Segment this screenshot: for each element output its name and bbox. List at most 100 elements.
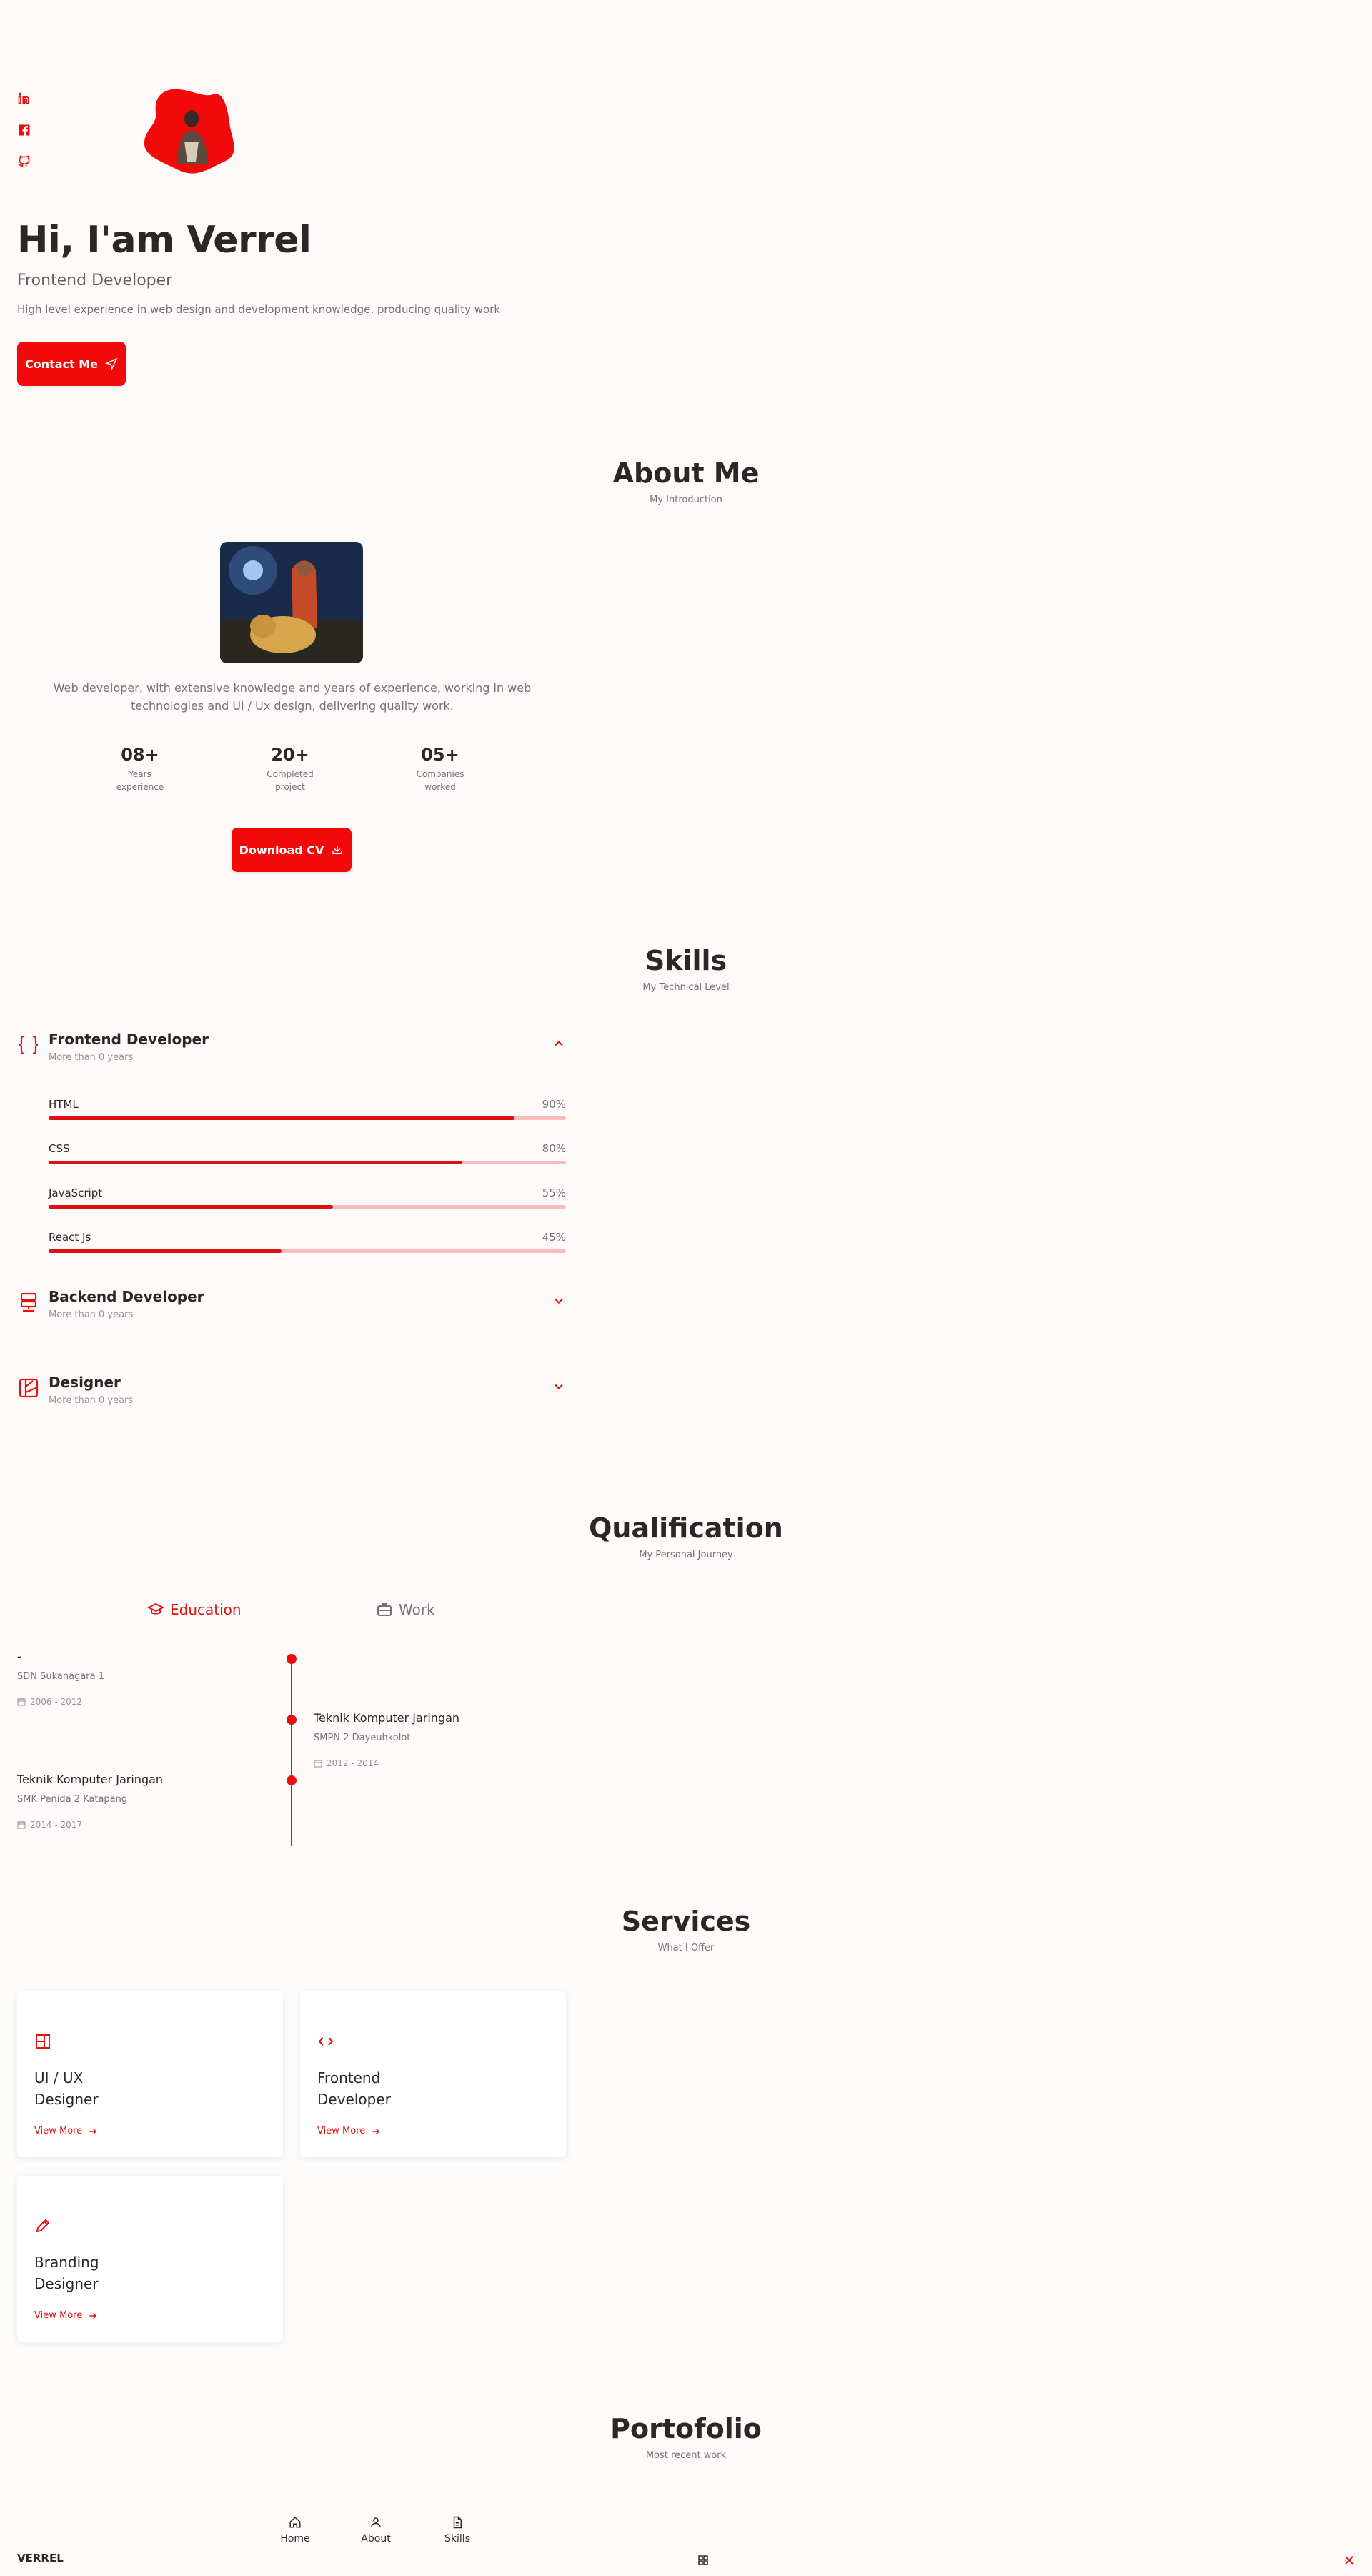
skill-group-subtitle: More than 0 years: [49, 1052, 134, 1063]
skill-bar-fill: [49, 1116, 514, 1120]
nav-item-home[interactable]: Home: [267, 2516, 324, 2545]
nav-label: Home: [280, 2533, 310, 2545]
qualification-title: Qualification: [589, 1512, 783, 1544]
grid-icon[interactable]: [697, 2555, 709, 2566]
calendar-icon: [17, 1821, 26, 1829]
palette-icon: [19, 1378, 39, 1398]
nav-item-about[interactable]: About: [347, 2516, 404, 2545]
skill-bar-track: [49, 1116, 566, 1120]
about-photo: [220, 542, 363, 663]
qualification-subtitle: My Personal Journey: [639, 1550, 733, 1560]
about-description: Web developer, with extensive knowledge …: [53, 681, 532, 713]
hero-title: Hi, I'am Verrel: [17, 219, 312, 262]
chevron-down-icon[interactable]: [552, 1379, 566, 1394]
date-text: 2014 - 2017: [30, 1820, 83, 1830]
service-title: Frontend: [317, 2069, 381, 2086]
briefcase-icon: [377, 1603, 392, 1616]
home-icon: [289, 2517, 301, 2528]
graduation-cap-icon: [147, 1602, 164, 1615]
calendar-icon: [17, 1698, 26, 1706]
services-title: Services: [621, 1906, 751, 1937]
nav-item-skills[interactable]: Skills: [429, 2516, 486, 2545]
stat-label: project: [275, 782, 305, 792]
stat-label: Years: [129, 769, 151, 779]
view-more-label: View More: [34, 2310, 83, 2321]
stat-label: worked: [424, 782, 456, 792]
skill-name: HTML: [49, 1098, 79, 1111]
chevron-down-icon[interactable]: [552, 1294, 566, 1308]
tab-education[interactable]: Education: [147, 1601, 242, 1618]
service-card-branding: Branding Designer View More: [17, 2176, 283, 2342]
timeline-dot: [287, 1654, 297, 1664]
stat-projects: 20+ Completed project: [251, 745, 329, 793]
service-title: UI / UX: [34, 2069, 84, 2086]
service-title: Designer: [34, 2275, 99, 2292]
skills-subtitle: My Technical Level: [642, 982, 730, 993]
close-icon[interactable]: [1343, 2555, 1355, 2566]
tab-label: Work: [399, 1601, 435, 1618]
skill-percent: 45%: [542, 1231, 566, 1244]
skill-name: JavaScript: [49, 1187, 103, 1199]
qualification-entry-school: SDN Sukanagara 1: [17, 1671, 105, 1682]
facebook-icon[interactable]: [17, 123, 31, 137]
service-card-frontend: Frontend Developer View More: [300, 1991, 566, 2157]
portfolio-subtitle: Most recent work: [645, 2450, 727, 2461]
linkedin-icon[interactable]: [17, 91, 31, 106]
calendar-icon: [314, 1760, 322, 1768]
file-icon: [453, 2516, 462, 2529]
nav-label: About: [361, 2533, 391, 2545]
qualification-entry-school: SMPN 2 Dayeuhkolot: [314, 1733, 411, 1743]
pencil-icon: [36, 2219, 50, 2233]
nav-label: Skills: [444, 2533, 470, 2545]
skill-group-subtitle: More than 0 years: [49, 1395, 134, 1406]
date-text: 2012 - 2014: [327, 1758, 379, 1768]
view-more-label: View More: [34, 2126, 83, 2136]
view-more-link[interactable]: View More: [34, 2310, 98, 2321]
contact-me-button[interactable]: Contact Me: [17, 342, 126, 386]
skill-bar-track: [49, 1161, 566, 1164]
hero-description: High level experience in web design and …: [17, 303, 501, 316]
portfolio-title: Portofolio: [610, 2413, 762, 2444]
tab-label: Education: [170, 1601, 242, 1618]
timeline-dot: [287, 1715, 297, 1725]
skill-bar-track: [49, 1205, 566, 1209]
qualification-entry-title: Teknik Komputer Jaringan: [314, 1711, 460, 1725]
stat-number: 05+: [421, 745, 459, 765]
service-title: Developer: [317, 2091, 391, 2108]
server-icon: [20, 1292, 37, 1312]
hero-avatar: [144, 89, 234, 174]
skill-group-designer[interactable]: Designer More than 0 years: [17, 1374, 566, 1410]
code-icon: [318, 2037, 334, 2046]
chevron-up-icon[interactable]: [552, 1036, 566, 1051]
skill-name: React Js: [49, 1231, 91, 1244]
layout-icon: [36, 2034, 50, 2049]
social-links: [17, 91, 31, 169]
nav-logo[interactable]: VERREL: [17, 2552, 64, 2565]
view-more-link[interactable]: View More: [317, 2126, 381, 2136]
about-title: About Me: [612, 457, 760, 489]
send-icon: [105, 357, 118, 370]
skill-bar-track: [49, 1249, 566, 1253]
skill-group-title: Backend Developer: [49, 1288, 204, 1305]
github-icon[interactable]: [17, 154, 31, 169]
services-subtitle: What I Offer: [657, 1943, 715, 1953]
tab-work[interactable]: Work: [376, 1601, 435, 1618]
skill-group-frontend[interactable]: Frontend Developer More than 0 years: [17, 1031, 566, 1066]
skill-group-subtitle: More than 0 years: [49, 1309, 134, 1320]
arrow-right-icon: [372, 2128, 380, 2134]
user-icon: [371, 2517, 381, 2527]
arrow-right-icon: [89, 2312, 97, 2319]
timeline-dot: [287, 1775, 297, 1785]
download-cv-button[interactable]: Download CV: [232, 828, 352, 872]
qualification-entry-date: 2012 - 2014: [314, 1758, 379, 1768]
view-more-link[interactable]: View More: [34, 2126, 98, 2136]
qualification-entry-date: 2014 - 2017: [17, 1820, 82, 1830]
download-cv-label: Download CV: [239, 843, 324, 857]
skill-group-backend[interactable]: Backend Developer More than 0 years: [17, 1288, 566, 1324]
skill-group-title: Frontend Developer: [49, 1031, 209, 1048]
skill-group-title: Designer: [49, 1374, 121, 1391]
skill-name: CSS: [49, 1142, 70, 1155]
qualification-entry-title: Teknik Komputer Jaringan: [17, 1773, 164, 1786]
view-more-label: View More: [317, 2126, 366, 2136]
skill-bar-fill: [49, 1161, 463, 1164]
